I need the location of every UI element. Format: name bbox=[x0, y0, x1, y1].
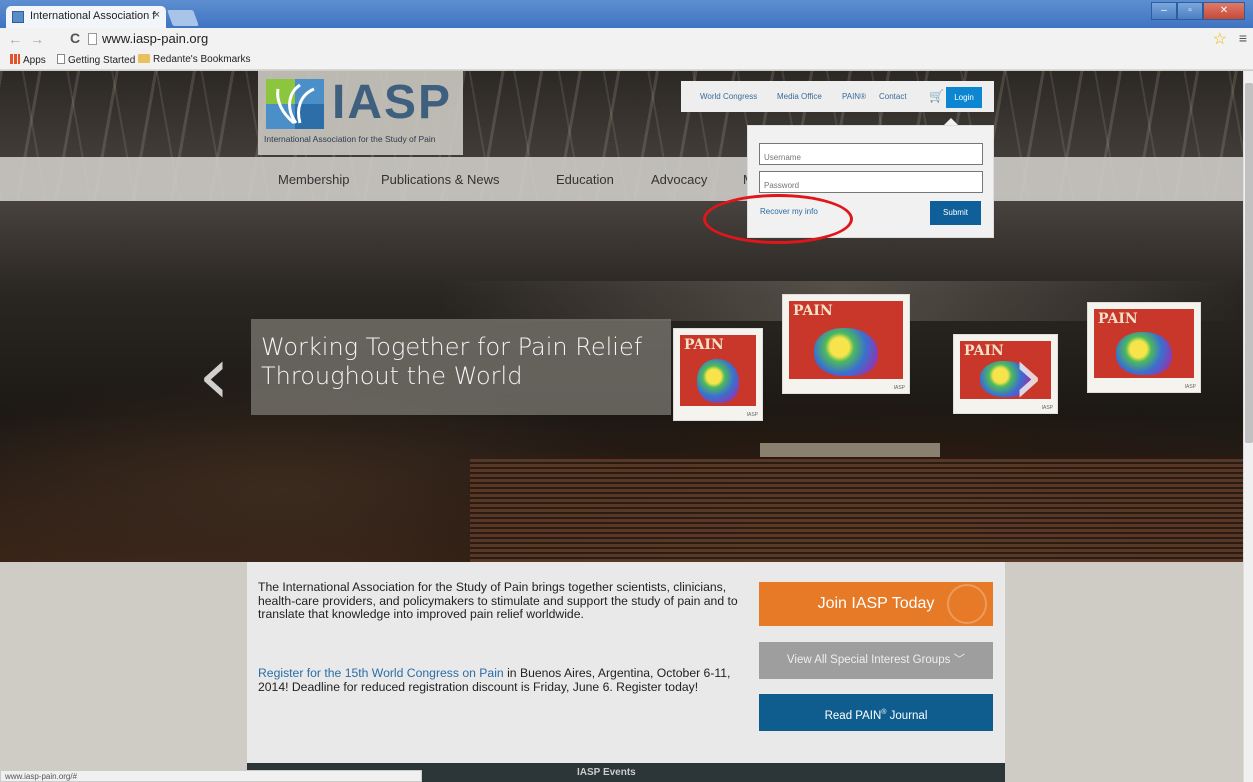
hero-slider: PAIN IASP PAIN IASP PAIN IASP PAIN IASP … bbox=[0, 71, 1243, 562]
bookmark-star-icon[interactable]: ☆ bbox=[1213, 29, 1227, 49]
nav-media-office[interactable]: Media Office bbox=[777, 92, 822, 101]
intro-section: The International Association for the St… bbox=[247, 562, 1005, 782]
slide-caption: Working Together for Pain Relief Through… bbox=[251, 319, 671, 415]
projection-screen: PAIN IASP bbox=[673, 328, 763, 421]
status-bar: www.iasp-pain.org/# bbox=[0, 770, 422, 782]
intro-text: The International Association for the St… bbox=[258, 580, 738, 621]
tab-title: International Association f bbox=[30, 10, 156, 22]
nav-pain-journal[interactable]: PAIN® bbox=[842, 92, 866, 101]
nav-membership[interactable]: Membership bbox=[278, 172, 350, 187]
menu-icon[interactable]: ≡ bbox=[1239, 30, 1247, 46]
new-tab-button[interactable] bbox=[167, 10, 199, 26]
next-slide-icon[interactable]: › bbox=[1012, 336, 1044, 416]
browser-toolbar: ← → C www.iasp-pain.org ☆ ≡ bbox=[0, 28, 1253, 50]
utility-nav: World Congress Media Office PAIN® Contac… bbox=[681, 81, 994, 112]
stage bbox=[760, 443, 940, 457]
logo-text: IASP bbox=[332, 76, 453, 129]
nav-contact[interactable]: Contact bbox=[879, 92, 907, 101]
projection-screen: PAIN IASP bbox=[1087, 302, 1201, 393]
register-paragraph: Register for the 15th World Congress on … bbox=[258, 666, 738, 694]
nav-publications-news[interactable]: Publications & News bbox=[381, 172, 500, 187]
address-bar[interactable]: www.iasp-pain.org bbox=[102, 31, 208, 46]
browser-titlebar: International Association f × – ▫ ✕ bbox=[0, 0, 1253, 28]
bookmarks-bar: Apps Getting Started Redante's Bookmarks bbox=[0, 50, 1253, 70]
folder-icon bbox=[138, 54, 150, 63]
bookmark-apps[interactable]: Apps bbox=[10, 54, 46, 66]
apps-icon bbox=[10, 54, 20, 64]
read-pain-journal-button[interactable]: Read PAIN® Journal bbox=[759, 694, 993, 731]
events-heading: IASP Events bbox=[577, 767, 636, 778]
login-button[interactable]: Login bbox=[946, 87, 982, 108]
window-controls: – ▫ ✕ bbox=[1151, 2, 1245, 20]
chevron-down-icon: ﹀ bbox=[953, 654, 966, 666]
slide-title: Working Together for Pain Relief Through… bbox=[261, 333, 643, 390]
iasp-logo[interactable]: IASP International Association for the S… bbox=[258, 71, 463, 155]
tab-close-icon[interactable]: × bbox=[154, 9, 160, 21]
nav-advocacy[interactable]: Advocacy bbox=[651, 172, 707, 187]
favicon-icon bbox=[12, 11, 24, 23]
nav-world-congress[interactable]: World Congress bbox=[700, 92, 757, 101]
username-input[interactable] bbox=[759, 143, 983, 165]
highlight-ellipse bbox=[703, 194, 853, 244]
bookmark-getting-started[interactable]: Getting Started bbox=[57, 54, 135, 66]
minimize-button[interactable]: – bbox=[1151, 2, 1177, 20]
document-icon bbox=[57, 54, 65, 64]
maximize-button[interactable]: ▫ bbox=[1177, 2, 1203, 20]
reload-icon[interactable]: C bbox=[70, 30, 80, 46]
main-nav: Membership Publications & News Education… bbox=[0, 157, 1243, 201]
prev-slide-icon[interactable]: ‹ bbox=[198, 336, 230, 416]
scroll-thumb[interactable] bbox=[1245, 83, 1253, 443]
special-interest-groups-button[interactable]: View All Special Interest Groups ﹀ bbox=[759, 642, 993, 679]
cart-icon[interactable]: 🛒 bbox=[929, 89, 944, 103]
logo-mark-icon bbox=[266, 79, 324, 129]
submit-button[interactable]: Submit bbox=[930, 201, 981, 225]
page-icon bbox=[88, 33, 97, 45]
password-input[interactable] bbox=[759, 171, 983, 193]
login-dropdown-caret bbox=[944, 118, 958, 125]
page-scrollbar[interactable] bbox=[1243, 71, 1253, 782]
nav-education[interactable]: Education bbox=[556, 172, 614, 187]
register-link[interactable]: Register for the 15th World Congress on … bbox=[258, 666, 504, 680]
projection-screen: PAIN IASP bbox=[782, 294, 910, 394]
forward-icon[interactable]: → bbox=[30, 31, 44, 47]
logo-subtitle: International Association for the Study … bbox=[264, 134, 436, 144]
audience bbox=[470, 459, 1243, 562]
bookmark-folder[interactable]: Redante's Bookmarks bbox=[138, 54, 251, 65]
back-icon[interactable]: ← bbox=[8, 31, 22, 47]
web-page: PAIN IASP PAIN IASP PAIN IASP PAIN IASP … bbox=[0, 71, 1243, 782]
join-button[interactable]: Join IASP Today bbox=[759, 582, 993, 626]
globe-icon bbox=[947, 584, 987, 624]
close-window-button[interactable]: ✕ bbox=[1203, 2, 1245, 20]
browser-tab[interactable]: International Association f × bbox=[6, 6, 166, 28]
